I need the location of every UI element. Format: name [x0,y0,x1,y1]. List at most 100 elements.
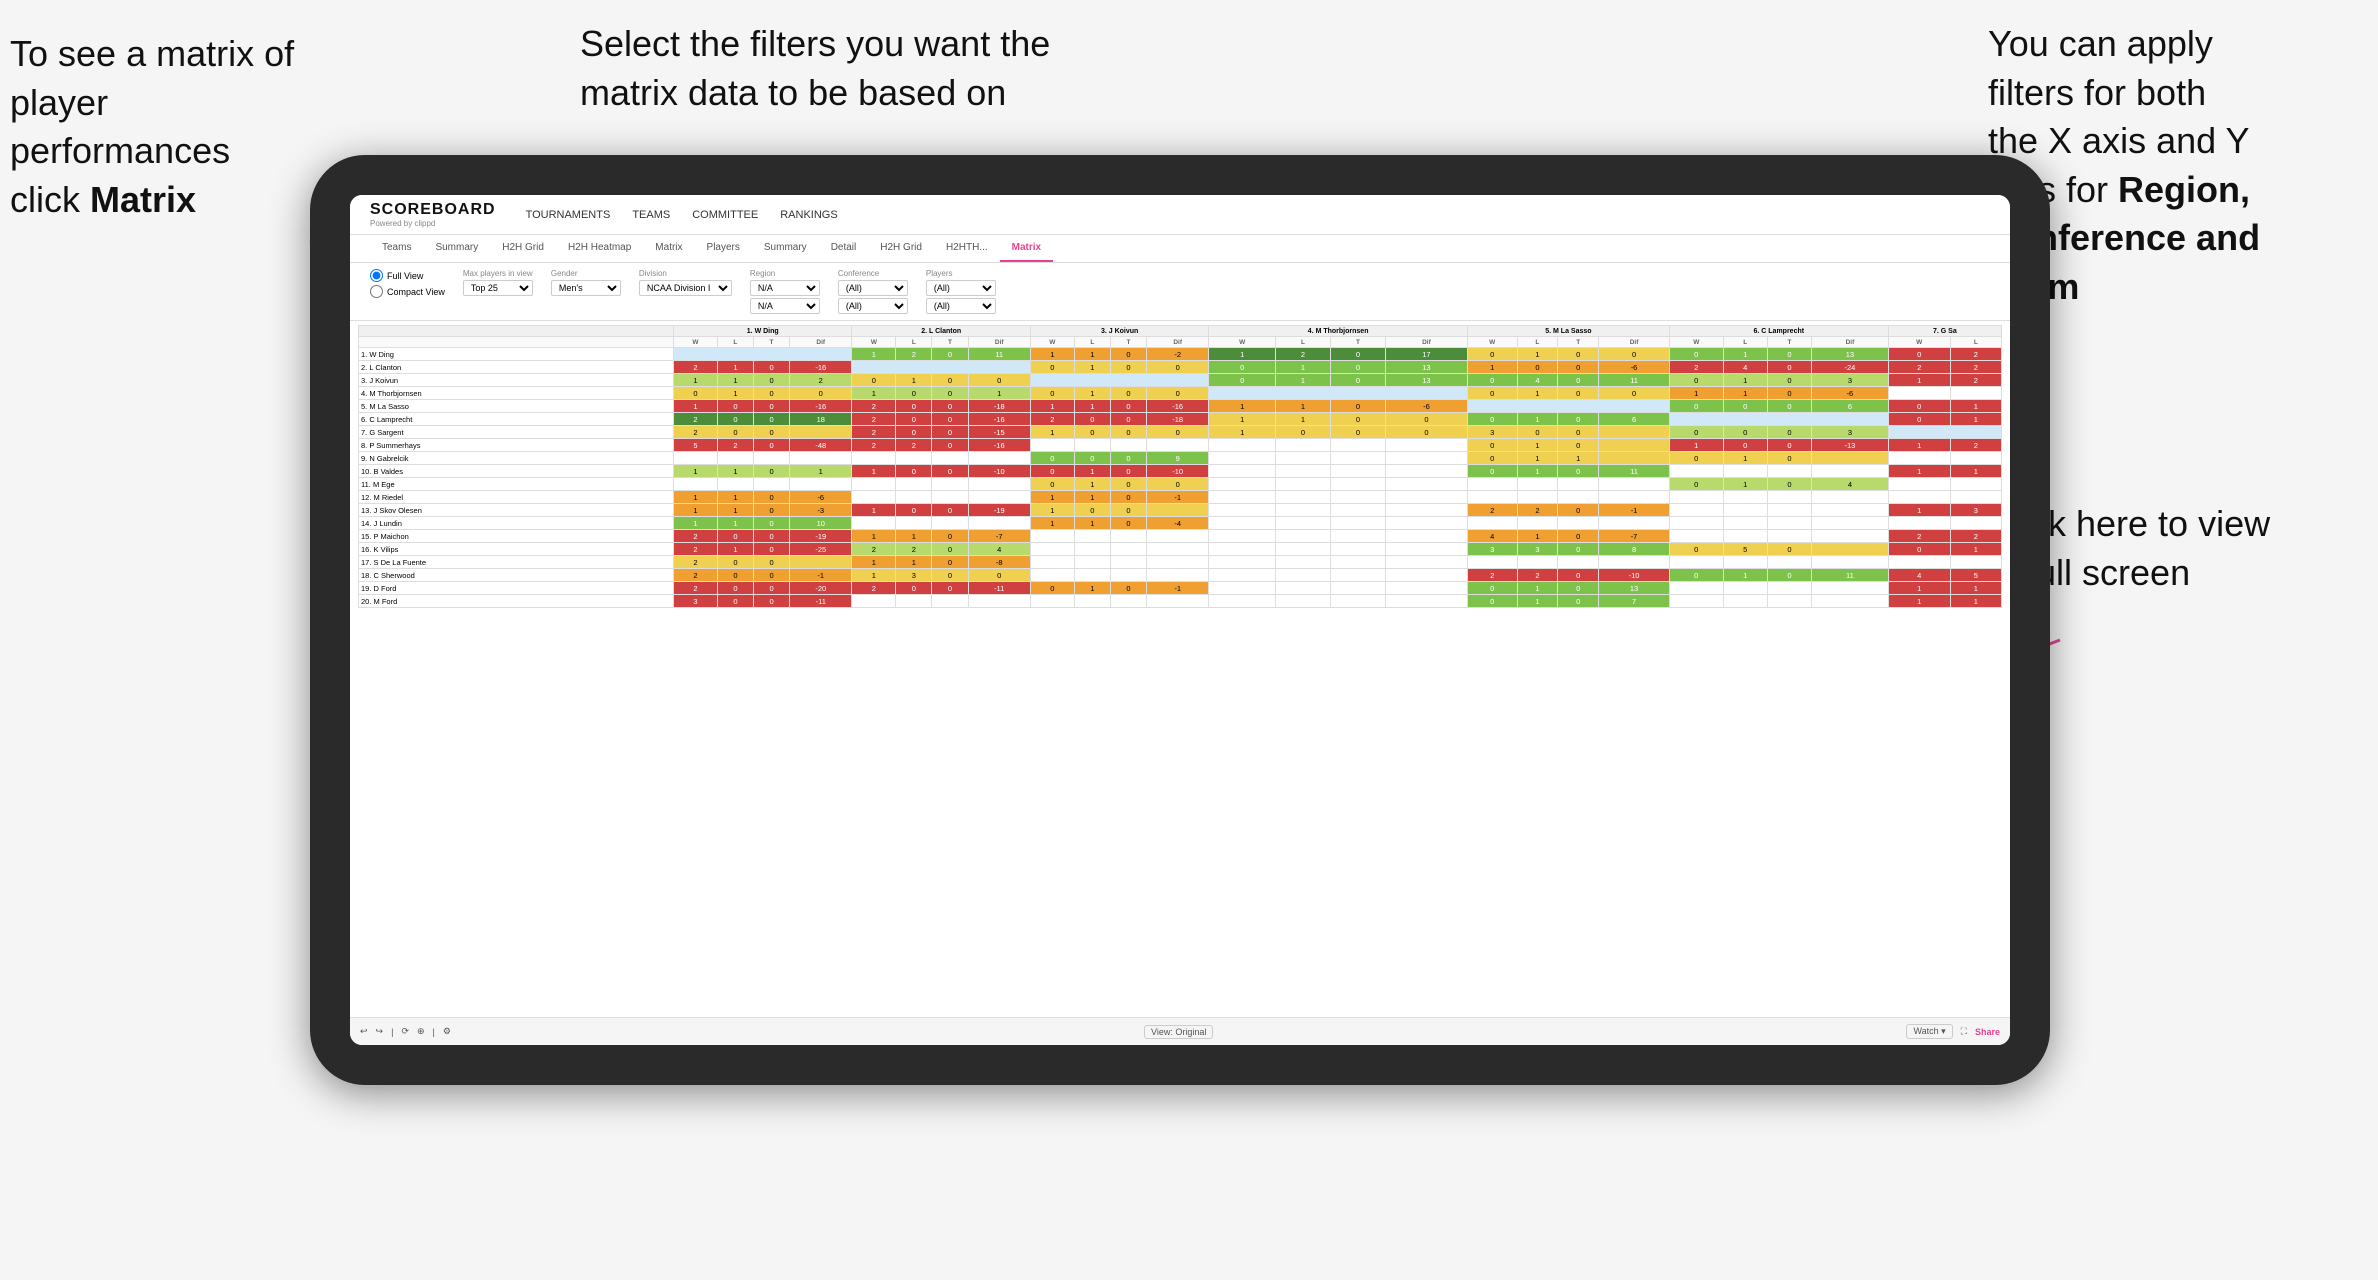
matrix-cell-empty [896,517,932,530]
matrix-cell-dif: 7 [1599,595,1670,608]
player-name-cell: 17. S De La Fuente [359,556,674,569]
matrix-cell-empty [1276,595,1331,608]
gender-select[interactable]: Men's [551,280,621,296]
compact-view-radio[interactable]: Compact View [370,285,445,298]
tab-h2h-grid[interactable]: H2H Grid [490,235,556,262]
toolbar-share[interactable]: Share [1975,1027,2000,1037]
matrix-cell-dif: -10 [1146,465,1208,478]
gender-label: Gender [551,269,621,278]
matrix-cell-t: 0 [1110,361,1146,374]
tab-players[interactable]: Players [695,235,752,262]
matrix-cell-empty [1385,452,1467,465]
tab-matrix-active[interactable]: Matrix [1000,235,1053,262]
tab-h2hth[interactable]: H2HTH... [934,235,1000,262]
matrix-cell-l: 1 [1276,374,1331,387]
matrix-cell-empty [1767,530,1811,543]
matrix-cell-empty [1276,530,1331,543]
sh-d5: Dif [1599,337,1670,348]
matrix-cell-w: 0 [1030,582,1074,595]
matrix-cell-dif: -1 [790,569,852,582]
matrix-cell-w: 1 [1669,439,1723,452]
toolbar-settings[interactable]: ⚙ [443,1026,451,1037]
matrix-cell-l: 0 [717,582,753,595]
tab-h2h-grid2[interactable]: H2H Grid [868,235,934,262]
compact-view-input[interactable] [370,285,383,298]
matrix-cell-dif: -18 [968,400,1030,413]
matrix-cell-dif: -1 [1146,491,1208,504]
matrix-area[interactable]: 1. W Ding 2. L Clanton 3. J Koivun 4. M … [350,321,2010,1041]
toolbar-view-original[interactable]: View: Original [1144,1025,1213,1039]
matrix-cell-dif: 13 [1385,361,1467,374]
division-select[interactable]: NCAA Division I [639,280,732,296]
matrix-cell-l: 0 [896,504,932,517]
tab-summary2[interactable]: Summary [752,235,819,262]
matrix-cell-dif: -1 [1599,504,1670,517]
matrix-cell-l: 1 [1723,569,1767,582]
matrix-cell-l: 3 [896,569,932,582]
matrix-cell-l: 1 [1517,439,1558,452]
toolbar-zoom[interactable]: ⊕ [417,1026,425,1037]
matrix-cell-dif: 0 [790,387,852,400]
toolbar-fullscreen[interactable]: ⛶ [1961,1026,1967,1037]
players-select-1[interactable]: (All) [926,280,996,296]
tab-h2h-heatmap[interactable]: H2H Heatmap [556,235,643,262]
col-header-clamprecht: 6. C Lamprecht [1669,326,1888,337]
matrix-cell-dif [1599,452,1670,465]
matrix-cell-empty [932,491,968,504]
full-view-input[interactable] [370,269,383,282]
toolbar-watch[interactable]: Watch ▾ [1906,1024,1952,1039]
sh-w4: W [1209,337,1276,348]
tab-summary[interactable]: Summary [423,235,490,262]
annotation-center-text: Select the filters you want the matrix d… [580,23,1050,113]
matrix-cell-empty [1385,504,1467,517]
matrix-cell-dif: -2 [1146,348,1208,361]
toolbar-redo[interactable]: ↪ [376,1026,384,1037]
matrix-cell-w: 0 [1467,387,1517,400]
ann-right-line2: filters for both [1988,72,2206,113]
matrix-cell-w: 1 [1030,517,1074,530]
player-name-cell: 6. C Lamprecht [359,413,674,426]
matrix-cell-empty [1074,439,1110,452]
full-view-radio[interactable]: Full View [370,269,445,282]
player-name-cell: 7. G Sargent [359,426,674,439]
matrix-cell-w: 2 [674,361,718,374]
matrix-cell-empty [1669,517,1723,530]
nav-teams[interactable]: TEAMS [632,209,670,221]
players-select-2[interactable]: (All) [926,298,996,314]
region-select-1[interactable]: N/A [750,280,820,296]
nav-rankings[interactable]: RANKINGS [780,209,837,221]
matrix-cell-dif: 0 [1599,387,1670,400]
tab-teams[interactable]: Teams [370,235,423,262]
matrix-cell-w: 5 [674,439,718,452]
matrix-cell-empty [1669,530,1723,543]
matrix-cell-empty [1950,478,2001,491]
region-select-2[interactable]: N/A [750,298,820,314]
tab-detail[interactable]: Detail [819,235,869,262]
matrix-cell-dif [790,556,852,569]
matrix-cell-empty [1385,465,1467,478]
toolbar-refresh[interactable]: ⟳ [401,1026,409,1037]
conference-select-2[interactable]: (All) [838,298,908,314]
nav-tournaments[interactable]: TOURNAMENTS [526,209,611,221]
matrix-cell-l: 1 [717,504,753,517]
matrix-cell-dif: 17 [1385,348,1467,361]
matrix-cell-w: 1 [674,491,718,504]
matrix-cell-empty [1209,452,1276,465]
matrix-cell-empty [1950,556,2001,569]
matrix-cell-t: 0 [753,569,789,582]
matrix-cell-w: 2 [852,400,896,413]
matrix-cell-l: 0 [896,400,932,413]
toolbar-undo[interactable]: ↩ [360,1026,368,1037]
matrix-cell-t: 0 [1558,465,1599,478]
screen-toolbar: ↩ ↪ | ⟳ ⊕ | ⚙ View: Original Watch ▾ ⛶ S… [350,1017,2010,1045]
matrix-cell-w: 1 [852,556,896,569]
tab-matrix[interactable]: Matrix [643,235,694,262]
matrix-cell-t: 0 [1110,504,1146,517]
matrix-cell-w: 0 [1888,543,1950,556]
nav-committee[interactable]: COMMITTEE [692,209,758,221]
max-players-select[interactable]: Top 25 [463,280,533,296]
matrix-cell-empty [1385,517,1467,530]
matrix-cell-dif: 0 [968,374,1030,387]
matrix-cell-dif: -10 [1599,569,1670,582]
conference-select-1[interactable]: (All) [838,280,908,296]
